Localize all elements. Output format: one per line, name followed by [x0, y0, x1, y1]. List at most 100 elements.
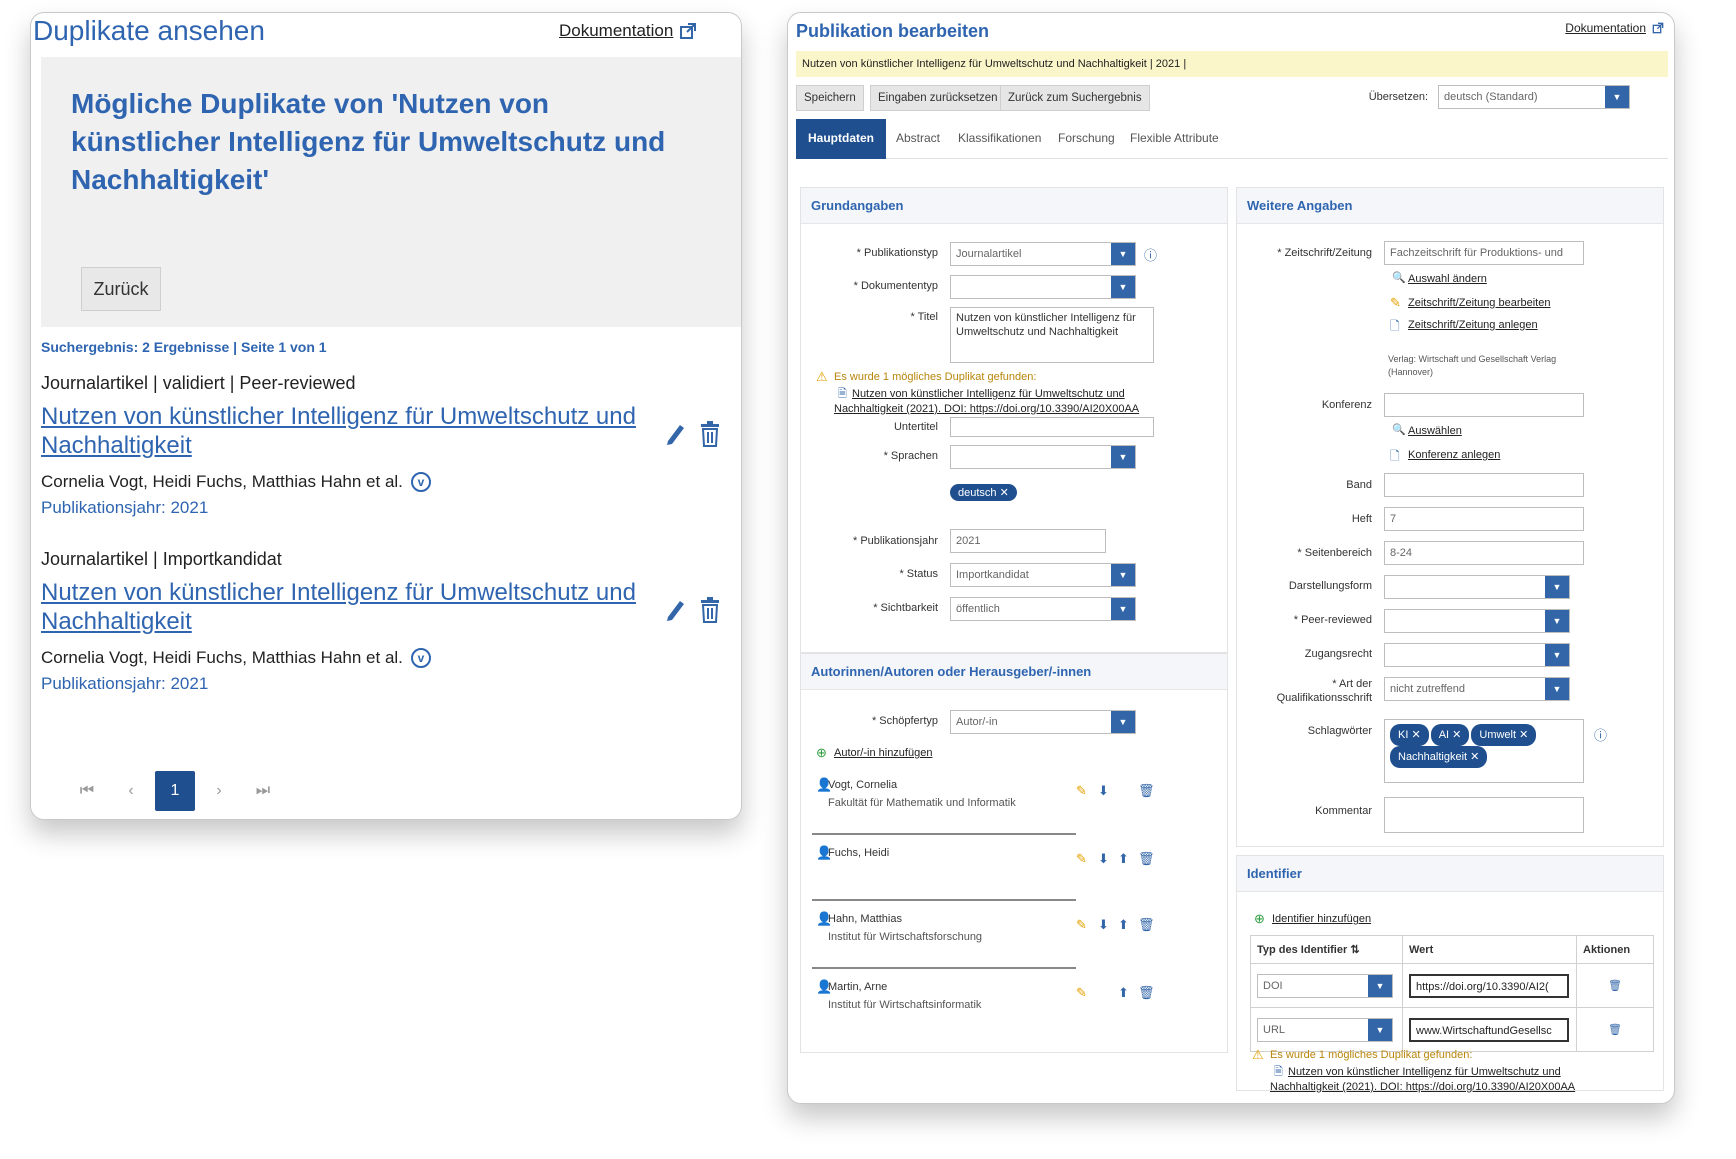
- edit-pencil-icon: ✎: [1390, 295, 1401, 310]
- status-select[interactable]: Importkandidat ▼: [950, 563, 1136, 587]
- tab-forschung[interactable]: Forschung: [1058, 131, 1115, 145]
- tab-bar: Hauptdaten Abstract Klassifikationen For…: [796, 119, 1668, 159]
- trash-icon[interactable]: [699, 597, 721, 623]
- select-conference-link[interactable]: Auswählen: [1408, 425, 1462, 437]
- person-name: Martin, Arne: [828, 981, 888, 993]
- translate-select[interactable]: deutsch (Standard) ▼: [1438, 85, 1630, 109]
- last-page-icon[interactable]: ⏭: [243, 771, 283, 811]
- sprachen-select[interactable]: ▼: [950, 445, 1136, 469]
- edit-pencil-icon[interactable]: ✎: [1076, 783, 1087, 799]
- tab-flexible-attribute[interactable]: Flexible Attribute: [1130, 131, 1219, 145]
- edit-journal-link[interactable]: Zeitschrift/Zeitung bearbeiten: [1408, 297, 1550, 309]
- prev-page-icon[interactable]: ‹: [111, 771, 151, 811]
- documentation-label: Dokumentation: [559, 21, 674, 40]
- back-to-results-button[interactable]: Zurück zum Suchergebnis: [1000, 85, 1150, 111]
- trash-icon[interactable]: 🗑: [1608, 1024, 1622, 1036]
- trash-icon[interactable]: 🗑: [1138, 917, 1155, 933]
- keyword-tag[interactable]: AI ✕: [1430, 724, 1470, 746]
- pubtyp-select[interactable]: Journalartikel ▼: [950, 242, 1136, 266]
- untertitel-input[interactable]: [950, 417, 1154, 437]
- info-icon[interactable]: ⓘ: [1594, 725, 1607, 744]
- add-author-link[interactable]: Autor/-in hinzufügen: [834, 747, 932, 759]
- zugangsrecht-select[interactable]: ▼: [1384, 643, 1570, 667]
- add-identifier-link[interactable]: Identifier hinzufügen: [1272, 913, 1371, 925]
- next-page-icon[interactable]: ›: [199, 771, 239, 811]
- tab-hauptdaten[interactable]: Hauptdaten: [796, 119, 886, 159]
- trash-icon[interactable]: 🗑: [1138, 783, 1155, 799]
- identifier-value-input[interactable]: www.WirtschaftundGesellsc: [1409, 1017, 1569, 1042]
- expand-authors-icon[interactable]: v: [410, 472, 431, 492]
- column-header-type-label: Typ des Identifier: [1257, 944, 1348, 956]
- qualifikation-select[interactable]: nicht zutreffend ▼: [1384, 677, 1570, 701]
- band-input[interactable]: [1384, 473, 1584, 497]
- identifier-value-input[interactable]: https://doi.org/10.3390/AI2(: [1409, 973, 1569, 998]
- keyword-tag[interactable]: KI ✕: [1390, 724, 1429, 746]
- doktyp-label: * Dokumententyp: [853, 280, 938, 292]
- page-button-current[interactable]: 1: [155, 771, 195, 811]
- darstellungsform-select[interactable]: ▼: [1384, 575, 1570, 599]
- keyword-tag[interactable]: Umwelt ✕: [1471, 724, 1537, 746]
- create-journal-link[interactable]: Zeitschrift/Zeitung anlegen: [1408, 319, 1538, 331]
- change-selection-link[interactable]: Auswahl ändern: [1408, 273, 1487, 285]
- language-tag[interactable]: deutsch ✕: [950, 483, 1019, 501]
- peer-reviewed-select[interactable]: ▼: [1384, 609, 1570, 633]
- edit-pencil-icon[interactable]: [665, 421, 687, 447]
- result-year: Publikationsjahr: 2021: [41, 498, 209, 517]
- person-name: Fuchs, Heidi: [828, 847, 890, 859]
- qualifikation-label: * Art der Qualifikationsschrift: [1238, 677, 1372, 705]
- section-header: Autorinnen/Autoren oder Herausgeber/-inn…: [801, 654, 1227, 690]
- doktyp-select[interactable]: ▼: [950, 275, 1136, 299]
- documentation-link[interactable]: Dokumentation: [559, 21, 697, 41]
- edit-pencil-icon[interactable]: ✎: [1076, 985, 1087, 1001]
- untertitel-label: Untertitel: [893, 421, 938, 433]
- result-title-link[interactable]: Nutzen von künstlicher Intelligenz für U…: [41, 578, 661, 636]
- kommentar-textarea[interactable]: [1384, 797, 1584, 833]
- documentation-link[interactable]: Dokumentation: [1565, 21, 1664, 35]
- edit-pencil-icon[interactable]: ✎: [1076, 851, 1087, 867]
- trash-icon[interactable]: 🗑: [1608, 980, 1622, 992]
- warning-icon: ⚠: [1252, 1047, 1264, 1062]
- create-conference-link[interactable]: Konferenz anlegen: [1408, 449, 1500, 461]
- tab-abstract[interactable]: Abstract: [896, 131, 940, 145]
- trash-icon[interactable]: 🗑: [1138, 985, 1155, 1001]
- status-value: Importkandidat: [956, 569, 1029, 581]
- schoepfertyp-select[interactable]: Autor/-in ▼: [950, 710, 1136, 734]
- move-up-icon[interactable]: ⬆: [1118, 851, 1129, 867]
- seitenbereich-input[interactable]: 8-24: [1384, 541, 1584, 565]
- chevron-down-icon: ▼: [1545, 678, 1569, 700]
- duplicate-link[interactable]: Nutzen von künstlicher Intelligenz für U…: [834, 387, 1154, 417]
- schlagwoerter-input[interactable]: KI ✕ AI ✕ Umwelt ✕Nachhaltigkeit ✕: [1384, 719, 1584, 783]
- move-up-icon[interactable]: ⬆: [1118, 985, 1129, 1001]
- result-actions: [665, 597, 721, 623]
- identifier-type-select[interactable]: DOI ▼: [1257, 973, 1393, 998]
- zeitschrift-input[interactable]: Fachzeitschrift für Produktions- und: [1384, 241, 1584, 265]
- save-button[interactable]: Speichern: [796, 85, 864, 111]
- move-down-icon[interactable]: ⬇: [1098, 917, 1109, 933]
- titel-textarea[interactable]: Nutzen von künstlicher Intelligenz für U…: [950, 307, 1154, 363]
- table-header-row: Typ des Identifier ⇅ Wert Aktionen: [1250, 935, 1654, 964]
- tab-klassifikationen[interactable]: Klassifikationen: [958, 131, 1041, 145]
- identifier-type-select[interactable]: URL ▼: [1257, 1017, 1393, 1042]
- sichtbarkeit-select[interactable]: öffentlich ▼: [950, 597, 1136, 621]
- move-down-icon[interactable]: ⬇: [1098, 851, 1109, 867]
- move-up-icon[interactable]: ⬆: [1118, 917, 1129, 933]
- reset-button[interactable]: Eingaben zurücksetzen: [870, 85, 1006, 111]
- edit-pencil-icon[interactable]: ✎: [1076, 917, 1087, 933]
- move-down-icon[interactable]: ⬇: [1098, 783, 1109, 799]
- qualifikation-label-line1: * Art der: [1332, 678, 1372, 690]
- pubjahr-input[interactable]: 2021: [950, 529, 1106, 553]
- trash-icon[interactable]: 🗑: [1138, 851, 1155, 867]
- result-title-link[interactable]: Nutzen von künstlicher Intelligenz für U…: [41, 402, 661, 460]
- konferenz-input[interactable]: [1384, 393, 1584, 417]
- keyword-tag[interactable]: Nachhaltigkeit ✕: [1390, 746, 1488, 768]
- back-button[interactable]: Zurück: [81, 267, 161, 311]
- heft-input[interactable]: 7: [1384, 507, 1584, 531]
- info-icon[interactable]: ⓘ: [1144, 245, 1157, 264]
- status-label: * Status: [899, 568, 938, 580]
- trash-icon[interactable]: [699, 421, 721, 447]
- edit-pencil-icon[interactable]: [665, 597, 687, 623]
- duplicate-link[interactable]: Nutzen von künstlicher Intelligenz für U…: [1270, 1065, 1600, 1095]
- expand-authors-icon[interactable]: v: [410, 648, 431, 668]
- first-page-icon[interactable]: ⏮: [67, 771, 107, 811]
- column-header-type[interactable]: Typ des Identifier ⇅: [1250, 935, 1403, 964]
